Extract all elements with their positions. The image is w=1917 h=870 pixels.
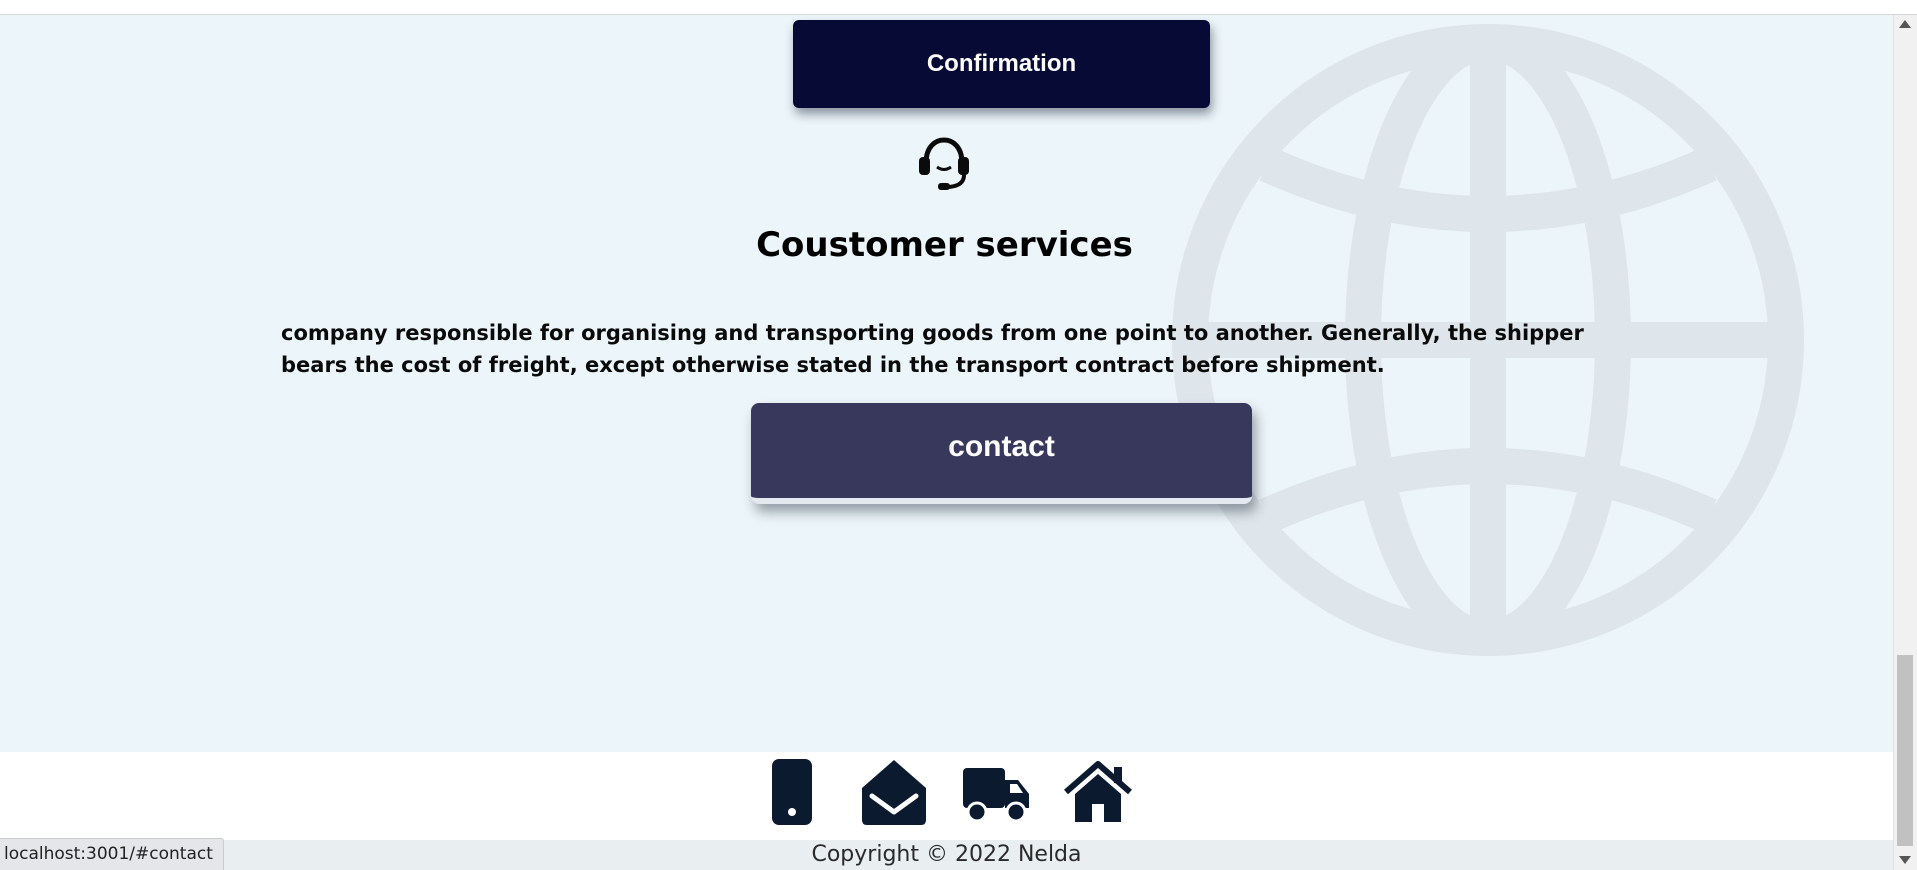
service-description: company responsible for organising and t… xyxy=(281,321,1584,377)
home-icon[interactable] xyxy=(1064,758,1132,826)
services-section: Confirmation Coustomer services company … xyxy=(0,15,1893,752)
envelope-open-icon[interactable] xyxy=(860,758,928,826)
service-title: Coustomer services xyxy=(756,225,1133,265)
contact-button[interactable]: contact xyxy=(751,403,1252,504)
status-bar-url: localhost:3001/#contact xyxy=(0,838,224,870)
footer-icon-bar xyxy=(0,752,1893,840)
truck-icon[interactable] xyxy=(962,758,1030,826)
scroll-down-arrow-icon[interactable] xyxy=(1899,856,1911,864)
headset-icon xyxy=(919,137,969,190)
confirmation-button[interactable]: Confirmation xyxy=(793,20,1210,108)
scrollbar-thumb[interactable] xyxy=(1897,655,1913,846)
top-border xyxy=(0,0,1917,15)
scroll-up-arrow-icon[interactable] xyxy=(1899,20,1911,28)
copyright-text: Copyright © 2022 Nelda xyxy=(811,842,1082,867)
phone-icon[interactable] xyxy=(770,758,814,826)
